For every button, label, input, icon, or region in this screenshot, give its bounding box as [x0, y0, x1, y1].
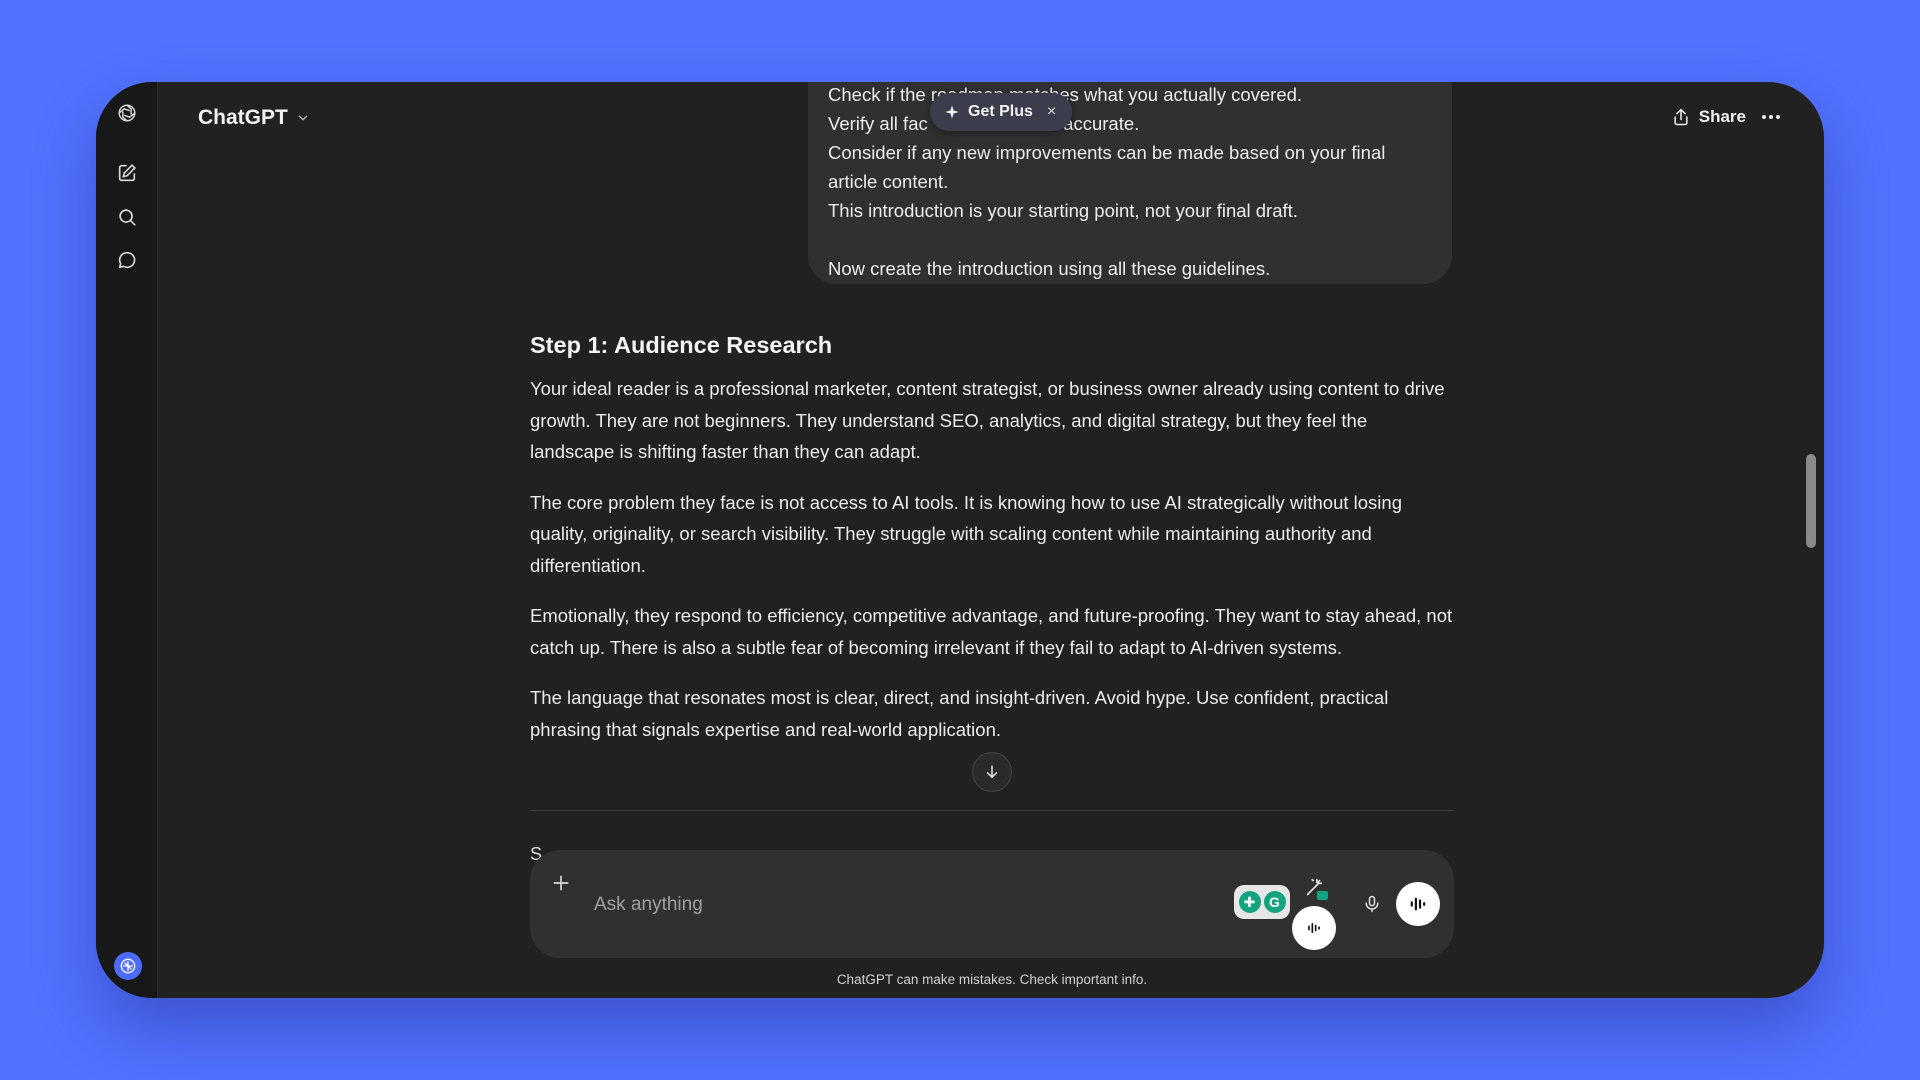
extension-plus-icon: ✚ [1238, 891, 1261, 913]
user-message-line: Check if the roadmap matches what you ac… [828, 84, 1303, 105]
share-icon [1674, 108, 1688, 126]
user-message-line: This introduction is your starting point… [828, 200, 1298, 221]
answer-paragraph: Emotionally, they respond to efficiency,… [530, 605, 1453, 658]
new-chat-icon[interactable] [110, 156, 144, 190]
answer-paragraph: The core problem they face is not access… [530, 491, 1402, 576]
disclaimer-text: ChatGPT can make mistakes. Check importa… [836, 972, 1148, 987]
share-label: Share [1698, 107, 1746, 126]
microphone-icon[interactable] [1358, 890, 1386, 918]
get-plus-button[interactable]: Get Plus × [930, 93, 1073, 131]
sidebar [96, 82, 158, 998]
scrollbar-thumb[interactable] [1806, 454, 1816, 548]
sparkle-icon [945, 105, 959, 119]
more-options-icon[interactable] [1754, 100, 1788, 134]
arrow-down-icon [986, 765, 998, 779]
model-selector[interactable]: ChatGPT [198, 102, 310, 134]
add-attachment-icon[interactable] [546, 868, 576, 898]
answer-paragraph: The language that resonates most is clea… [530, 687, 1389, 740]
voice-assistant-icon[interactable] [1292, 906, 1336, 950]
search-icon[interactable] [110, 200, 144, 234]
user-message-line: article content. [828, 171, 949, 192]
voice-mode-button[interactable] [1396, 882, 1440, 926]
close-icon[interactable]: × [1047, 103, 1056, 121]
section-divider [530, 810, 1454, 811]
user-message-line: Now create the introduction using all th… [828, 258, 1271, 279]
answer-heading: Step 1: Audience Research [530, 332, 833, 358]
get-plus-label: Get Plus [968, 103, 1033, 120]
chat-bubble-icon[interactable] [110, 243, 144, 277]
grammarly-icon: G [1263, 891, 1286, 913]
user-message-line: Verify all fac e accurate. [828, 113, 1140, 134]
prompt-input[interactable] [594, 890, 1154, 920]
lock-icon [1317, 891, 1328, 900]
assistant-message: Step 1: Audience Research Your ideal rea… [530, 332, 1454, 764]
user-avatar[interactable] [114, 952, 142, 980]
user-message-line: Consider if any new improvements can be … [828, 142, 1386, 163]
grammar-extension-badge[interactable]: ✚ G [1234, 885, 1290, 919]
scroll-to-bottom-button[interactable] [972, 752, 1012, 792]
openai-logo-icon[interactable] [110, 96, 144, 130]
share-button[interactable]: Share [1671, 100, 1746, 134]
composer: ✚ G [530, 850, 1454, 958]
magic-wand-icon[interactable] [1300, 872, 1330, 902]
app-window: ChatGPT Share Check if the roadmap match… [96, 82, 1824, 998]
answer-paragraph: Your ideal reader is a professional mark… [530, 378, 1445, 462]
app-title: ChatGPT [198, 106, 288, 129]
user-message-bubble: Check if the roadmap matches what you ac… [808, 82, 1452, 284]
chevron-down-icon [298, 115, 308, 121]
